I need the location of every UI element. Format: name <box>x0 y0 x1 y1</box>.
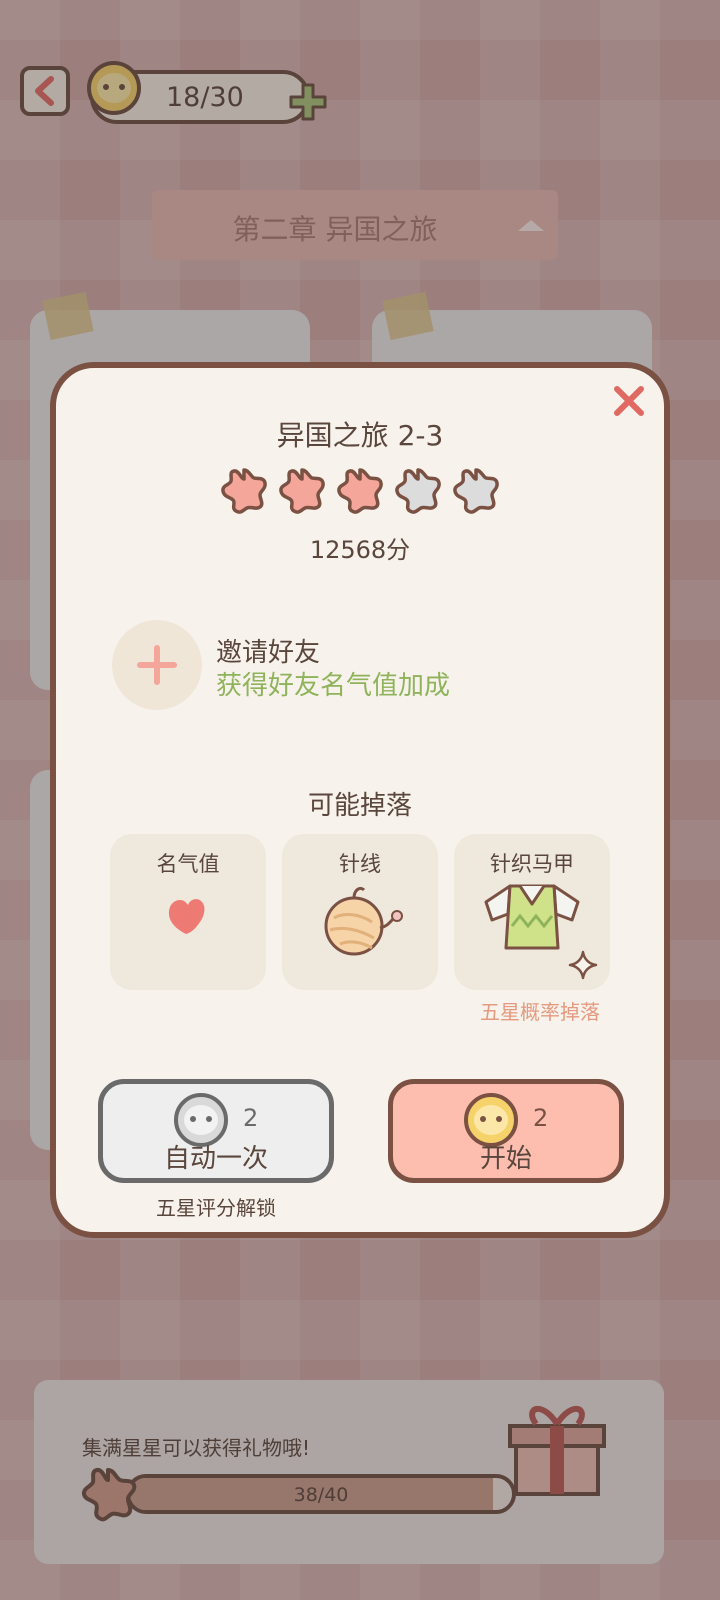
level-score: 12568分 <box>309 536 411 564</box>
star-filled-icon <box>221 468 267 514</box>
knit-vest-icon <box>484 884 580 950</box>
start-button[interactable]: 2 开始 <box>388 1079 624 1183</box>
drop-item-fame[interactable]: 名气值 <box>110 834 266 990</box>
drop-item-name: 名气值 <box>156 852 220 876</box>
drop-item-knit-vest[interactable]: 针织马甲 <box>454 834 610 990</box>
yarn-ball-icon <box>324 886 403 956</box>
plus-icon <box>137 645 177 685</box>
level-star-rating <box>50 466 670 516</box>
drops-heading: 可能掉落 <box>307 791 412 821</box>
five-star-drop-note: 五星概率掉落 <box>480 1000 600 1024</box>
invite-friend-button[interactable] <box>112 620 202 710</box>
star-filled-icon <box>337 468 383 514</box>
star-empty-icon <box>453 468 499 514</box>
auto-play-cost: 2 <box>243 1104 259 1132</box>
auto-play-unlock-note: 五星评分解锁 <box>156 1196 276 1220</box>
drop-item-name: 针织马甲 <box>490 852 574 876</box>
heart-icon <box>168 899 205 934</box>
auto-play-label: 自动一次 <box>163 1144 268 1174</box>
start-cost: 2 <box>533 1104 549 1132</box>
sparkle-icon <box>568 950 598 980</box>
close-icon[interactable] <box>612 384 646 418</box>
auto-play-button[interactable]: 2 自动一次 <box>98 1079 334 1183</box>
star-filled-icon <box>279 468 325 514</box>
level-title: 异国之旅 2-3 <box>276 419 444 452</box>
start-label: 开始 <box>479 1144 532 1174</box>
invite-title: 邀请好友 <box>216 638 321 668</box>
star-empty-icon <box>395 468 441 514</box>
drop-item-thread[interactable]: 针线 <box>282 834 438 990</box>
drop-item-name: 针线 <box>339 852 381 876</box>
invite-subtitle: 获得好友名气值加成 <box>216 671 451 701</box>
